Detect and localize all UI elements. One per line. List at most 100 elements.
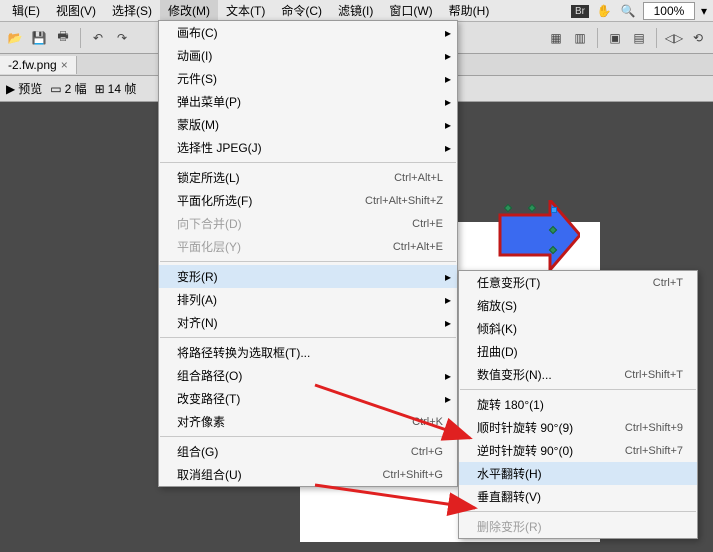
menu-item-label: 取消组合(U) <box>177 466 382 483</box>
menu-item-label: 向下合并(D) <box>177 215 412 232</box>
menu-item[interactable]: 对齐像素Ctrl+K <box>159 410 457 433</box>
undo-icon[interactable]: ↶ <box>89 29 107 47</box>
zoom-icon[interactable]: 🔍 <box>619 2 637 20</box>
menu-item[interactable]: 画布(C)▸ <box>159 21 457 44</box>
menu-edit[interactable]: 辑(E) <box>4 0 48 21</box>
dropdown-icon[interactable]: ▾ <box>701 4 707 18</box>
menu-filters[interactable]: 滤镜(I) <box>330 0 381 21</box>
modify-menu: 画布(C)▸动画(I)▸元件(S)▸弹出菜单(P)▸蒙版(M)▸选择性 JPEG… <box>158 20 458 487</box>
menu-view[interactable]: 视图(V) <box>48 0 104 21</box>
menu-item[interactable]: 将路径转换为选取框(T)... <box>159 341 457 364</box>
menu-shortcut: Ctrl+Shift+T <box>624 369 683 381</box>
submenu-arrow-icon: ▸ <box>445 293 451 307</box>
open-icon[interactable]: 📂 <box>6 29 24 47</box>
close-icon[interactable]: × <box>61 58 68 72</box>
menu-item[interactable]: 数值变形(N)...Ctrl+Shift+T <box>459 363 697 386</box>
menu-item[interactable]: 扭曲(D) <box>459 340 697 363</box>
menu-bar: 辑(E) 视图(V) 选择(S) 修改(M) 文本(T) 命令(C) 滤镜(I)… <box>0 0 713 22</box>
menu-item-label: 扭曲(D) <box>477 343 683 360</box>
menu-shortcut: Ctrl+Alt+L <box>394 172 443 184</box>
menu-item[interactable]: 动画(I)▸ <box>159 44 457 67</box>
hand-icon[interactable]: ✋ <box>595 2 613 20</box>
tool-icon-4[interactable]: ▤ <box>630 29 648 47</box>
tool-icon-1[interactable]: ▦ <box>547 29 565 47</box>
menu-window[interactable]: 窗口(W) <box>381 0 440 21</box>
menu-item-label: 元件(S) <box>177 70 443 87</box>
menu-item-label: 对齐(N) <box>177 314 443 331</box>
bridge-icon[interactable]: Br <box>571 5 589 18</box>
menu-item[interactable]: 旋转 180°(1) <box>459 393 697 416</box>
menu-item[interactable]: 组合(G)Ctrl+G <box>159 440 457 463</box>
menu-item-label: 弹出菜单(P) <box>177 93 443 110</box>
menu-item-label: 变形(R) <box>177 268 443 285</box>
menu-modify[interactable]: 修改(M) <box>160 0 218 21</box>
menu-item[interactable]: 元件(S)▸ <box>159 67 457 90</box>
menu-shortcut: Ctrl+T <box>653 277 683 289</box>
tab-label: -2.fw.png <box>8 58 57 72</box>
document-tab[interactable]: -2.fw.png × <box>0 56 77 74</box>
menu-item[interactable]: 弹出菜单(P)▸ <box>159 90 457 113</box>
menu-item[interactable]: 对齐(N)▸ <box>159 311 457 334</box>
menu-item[interactable]: 垂直翻转(V) <box>459 485 697 508</box>
menu-select[interactable]: 选择(S) <box>104 0 160 21</box>
menu-item[interactable]: 改变路径(T)▸ <box>159 387 457 410</box>
save-icon[interactable]: 💾 <box>30 29 48 47</box>
redo-icon[interactable]: ↷ <box>113 29 131 47</box>
menu-shortcut: Ctrl+Shift+9 <box>625 422 683 434</box>
menu-item: 平面化层(Y)Ctrl+Alt+E <box>159 235 457 258</box>
menu-item[interactable]: 水平翻转(H) <box>459 462 697 485</box>
submenu-arrow-icon: ▸ <box>445 49 451 63</box>
menu-item[interactable]: 逆时针旋转 90°(0)Ctrl+Shift+7 <box>459 439 697 462</box>
menu-item-label: 蒙版(M) <box>177 116 443 133</box>
menu-item-label: 平面化层(Y) <box>177 238 393 255</box>
menu-shortcut: Ctrl+Alt+E <box>393 241 443 253</box>
menu-item-label: 画布(C) <box>177 24 443 41</box>
menu-item-label: 水平翻转(H) <box>477 465 683 482</box>
menu-item-label: 将路径转换为选取框(T)... <box>177 344 443 361</box>
submenu-arrow-icon: ▸ <box>445 369 451 383</box>
menu-item[interactable]: 选择性 JPEG(J)▸ <box>159 136 457 159</box>
two-up-button[interactable]: ▭ 2 幅 <box>50 80 86 97</box>
submenu-arrow-icon: ▸ <box>445 118 451 132</box>
menu-item[interactable]: 顺时针旋转 90°(9)Ctrl+Shift+9 <box>459 416 697 439</box>
menu-item-label: 倾斜(K) <box>477 320 683 337</box>
submenu-arrow-icon: ▸ <box>445 141 451 155</box>
arrow-shape[interactable] <box>480 200 580 280</box>
menu-item-label: 锁定所选(L) <box>177 169 394 186</box>
menu-shortcut: Ctrl+Shift+G <box>382 469 443 481</box>
tool-icon-2[interactable]: ▥ <box>571 29 589 47</box>
menu-item[interactable]: 组合路径(O)▸ <box>159 364 457 387</box>
menu-item-label: 动画(I) <box>177 47 443 64</box>
menu-help[interactable]: 帮助(H) <box>441 0 498 21</box>
menu-item[interactable]: 倾斜(K) <box>459 317 697 340</box>
print-icon[interactable]: 🖶 <box>54 29 72 47</box>
menu-item[interactable]: 蒙版(M)▸ <box>159 113 457 136</box>
menu-item[interactable]: 排列(A)▸ <box>159 288 457 311</box>
menu-text[interactable]: 文本(T) <box>218 0 273 21</box>
menu-item-label: 选择性 JPEG(J) <box>177 139 443 156</box>
menu-commands[interactable]: 命令(C) <box>273 0 330 21</box>
menu-item[interactable]: 取消组合(U)Ctrl+Shift+G <box>159 463 457 486</box>
menu-shortcut: Ctrl+Shift+7 <box>625 445 683 457</box>
submenu-arrow-icon: ▸ <box>445 72 451 86</box>
rotate-icon[interactable]: ⟲ <box>689 29 707 47</box>
menu-item[interactable]: 变形(R)▸ <box>159 265 457 288</box>
tool-icon-3[interactable]: ▣ <box>606 29 624 47</box>
menu-shortcut: Ctrl+E <box>412 218 443 230</box>
menu-item-label: 顺时针旋转 90°(9) <box>477 419 625 436</box>
zoom-input[interactable] <box>643 2 695 20</box>
menu-item[interactable]: 任意变形(T)Ctrl+T <box>459 271 697 294</box>
menu-item-label: 旋转 180°(1) <box>477 396 683 413</box>
preview-button[interactable]: ▶ 预览 <box>6 80 42 97</box>
menu-shortcut: Ctrl+Alt+Shift+Z <box>365 195 443 207</box>
submenu-arrow-icon: ▸ <box>445 26 451 40</box>
four-up-button[interactable]: ⊞ 14 帧 <box>95 80 137 97</box>
menu-item[interactable]: 缩放(S) <box>459 294 697 317</box>
submenu-arrow-icon: ▸ <box>445 316 451 330</box>
menu-item-label: 删除变形(R) <box>477 518 683 535</box>
flip-h-icon[interactable]: ◁▷ <box>665 29 683 47</box>
menu-item[interactable]: 平面化所选(F)Ctrl+Alt+Shift+Z <box>159 189 457 212</box>
menu-item-label: 缩放(S) <box>477 297 683 314</box>
menu-item[interactable]: 锁定所选(L)Ctrl+Alt+L <box>159 166 457 189</box>
menu-item-label: 平面化所选(F) <box>177 192 365 209</box>
